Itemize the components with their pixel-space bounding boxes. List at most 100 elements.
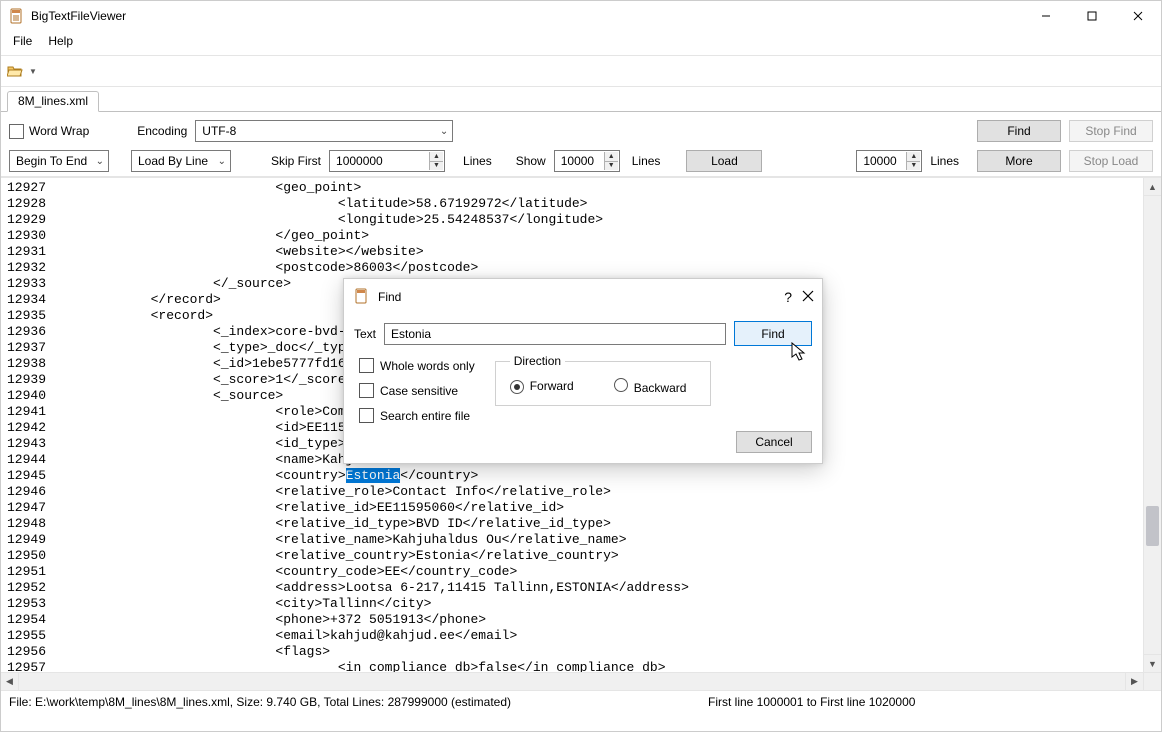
folder-open-icon[interactable] [7,63,23,79]
spin-up-icon[interactable]: ▲ [604,152,618,161]
lines-label-3: Lines [930,154,959,168]
viewer-line[interactable]: 12948 <relative_id_type>BVD ID</relative… [7,516,1137,532]
line-content: <id_type>BVD [57,436,369,452]
line-content: </record> [57,292,221,308]
help-icon[interactable]: ? [784,289,792,305]
line-number: 12927 [7,180,57,196]
skip-first-input[interactable]: 1000000 ▲▼ [329,150,445,172]
load-mode-select[interactable]: Load By Line ⌄ [131,150,231,172]
line-content: <_source> [57,388,283,404]
spin-down-icon[interactable]: ▼ [429,161,443,171]
close-button[interactable] [1115,1,1161,31]
direction-label: Direction [510,354,565,368]
dialog-find-button[interactable]: Find [734,321,812,346]
direction-select[interactable]: Begin To End ⌄ [9,150,109,172]
line-content: <latitude>58.67192972</latitude> [57,196,588,212]
skip-first-value: 1000000 [336,154,383,168]
stop-load-button[interactable]: Stop Load [1069,150,1153,172]
chevron-down-icon: ⌄ [218,156,226,167]
lines-label-1: Lines [463,154,492,168]
spin-down-icon[interactable]: ▼ [906,161,920,171]
minimize-button[interactable] [1023,1,1069,31]
viewer-line[interactable]: 12932 <postcode>86003</postcode> [7,260,1137,276]
stop-find-button[interactable]: Stop Find [1069,120,1153,142]
spin-up-icon[interactable]: ▲ [429,152,443,161]
line-content: <_type>_doc</_type> [57,340,361,356]
viewer-line[interactable]: 12946 <relative_role>Contact Info</relat… [7,484,1137,500]
toolbar: ▼ [1,56,1161,87]
menu-help[interactable]: Help [40,32,81,50]
dialog-cancel-button[interactable]: Cancel [736,431,812,453]
dialog-close-icon[interactable] [802,290,814,305]
scroll-thumb[interactable] [1146,506,1159,546]
maximize-button[interactable] [1069,1,1115,31]
line-content: <_score>1</_score> [57,372,353,388]
line-number: 12935 [7,308,57,324]
scroll-up-icon[interactable]: ▲ [1144,178,1161,196]
backward-radio[interactable]: Backward [614,378,687,395]
find-text-input[interactable]: Estonia [384,323,726,345]
load-button[interactable]: Load [686,150,762,172]
viewer-line[interactable]: 12930 </geo_point> [7,228,1137,244]
spin-up-icon[interactable]: ▲ [906,152,920,161]
viewer-line[interactable]: 12950 <relative_country>Estonia</relativ… [7,548,1137,564]
dialog-title: Find [378,290,401,304]
viewer-line[interactable]: 12953 <city>Tallinn</city> [7,596,1137,612]
viewer-line[interactable]: 12931 <website></website> [7,244,1137,260]
line-number: 12933 [7,276,57,292]
app-title: BigTextFileViewer [31,9,126,23]
viewer-line[interactable]: 12951 <country_code>EE</country_code> [7,564,1137,580]
viewer-line[interactable]: 12957 <in_compliance_db>false</in_compli… [7,660,1137,672]
line-content: <record> [57,308,213,324]
spin-down-icon[interactable]: ▼ [604,161,618,171]
dialog-icon [354,288,370,307]
whole-words-checkbox[interactable]: Whole words only [359,358,475,373]
horizontal-scrollbar[interactable]: ◀ ▶ [1,672,1143,690]
scroll-corner [1143,672,1161,690]
status-left: File: E:\work\temp\8M_lines\8M_lines.xml… [9,695,511,709]
viewer-line[interactable]: 12929 <longitude>25.54248537</longitude> [7,212,1137,228]
viewer-line[interactable]: 12952 <address>Lootsa 6-217,11415 Tallin… [7,580,1137,596]
scroll-right-icon[interactable]: ▶ [1125,673,1143,690]
chevron-down-icon[interactable]: ▼ [29,67,37,76]
viewer-line[interactable]: 12945 <country>Estonia</country> [7,468,1137,484]
forward-radio[interactable]: Forward [510,379,574,394]
viewer-line[interactable]: 12954 <phone>+372 5051913</phone> [7,612,1137,628]
vertical-scrollbar[interactable]: ▲ ▼ [1143,178,1161,672]
word-wrap-checkbox[interactable] [9,124,24,139]
case-sensitive-checkbox[interactable]: Case sensitive [359,383,475,398]
line-content: <id>EE1159506 [57,420,377,436]
right-count-input[interactable]: 10000 ▲▼ [856,150,922,172]
viewer-line[interactable]: 12947 <relative_id>EE11595060</relative_… [7,500,1137,516]
line-number: 12942 [7,420,57,436]
line-number: 12936 [7,324,57,340]
line-number: 12956 [7,644,57,660]
skip-first-label: Skip First [271,154,321,168]
line-content: </_source> [57,276,291,292]
search-entire-checkbox[interactable]: Search entire file [359,408,475,423]
show-input[interactable]: 10000 ▲▼ [554,150,620,172]
encoding-label: Encoding [137,124,187,138]
viewer-line[interactable]: 12956 <flags> [7,644,1137,660]
line-content: <relative_country>Estonia</relative_coun… [57,548,619,564]
line-number: 12951 [7,564,57,580]
menu-file[interactable]: File [5,32,40,50]
load-mode-value: Load By Line [138,154,208,168]
scroll-down-icon[interactable]: ▼ [1144,654,1161,672]
scroll-left-icon[interactable]: ◀ [1,673,19,690]
search-highlight: Estonia [346,468,401,483]
viewer-line[interactable]: 12927 <geo_point> [7,180,1137,196]
viewer-line[interactable]: 12955 <email>kahjud@kahjud.ee</email> [7,628,1137,644]
line-content: <city>Tallinn</city> [57,596,431,612]
viewer-line[interactable]: 12928 <latitude>58.67192972</latitude> [7,196,1137,212]
line-content: <role>Company [57,404,377,420]
line-number: 12948 [7,516,57,532]
word-wrap-label: Word Wrap [29,124,89,138]
viewer-line[interactable]: 12949 <relative_name>Kahjuhaldus Ou</rel… [7,532,1137,548]
more-button[interactable]: More [977,150,1061,172]
line-content: <phone>+372 5051913</phone> [57,612,486,628]
encoding-select[interactable]: UTF-8 ⌄ [195,120,453,142]
find-button[interactable]: Find [977,120,1061,142]
line-number: 12950 [7,548,57,564]
tab-file[interactable]: 8M_lines.xml [7,91,99,112]
